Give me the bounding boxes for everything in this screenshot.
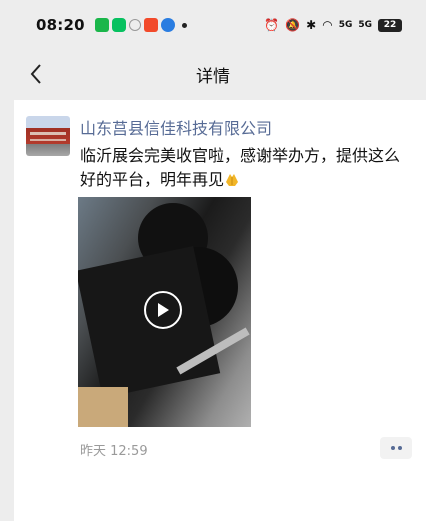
- message-notification-icon: [111, 18, 126, 32]
- battery-indicator: 22: [378, 18, 402, 32]
- mute-icon: 🔕: [285, 18, 301, 32]
- video-thumbnail[interactable]: [78, 197, 251, 427]
- back-button[interactable]: [24, 62, 48, 86]
- browser-app-icon: [160, 18, 175, 32]
- post-timestamp: 昨天 12:59: [80, 444, 148, 459]
- sync-icon: [128, 19, 141, 31]
- author-name[interactable]: 山东莒县信佳科技有限公司: [80, 115, 272, 139]
- status-time: 08:20: [36, 16, 85, 34]
- status-right: ⏰ 🔕 ✱ ◠ 5G 5G 22: [264, 18, 402, 32]
- app-notification-icon: [94, 18, 109, 32]
- more-notifications-dot: [181, 22, 187, 28]
- post-card: 山东莒县信佳科技有限公司 临沂展会完美收官啦，感谢举办方，提供这么好的平台，明年…: [14, 100, 426, 521]
- bluetooth-icon: ✱: [306, 18, 317, 32]
- signal-strength-2: 5G: [358, 20, 372, 30]
- navigation-bar: 详情: [0, 50, 426, 98]
- page-title: 详情: [196, 66, 230, 87]
- alarm-icon: ⏰: [264, 18, 280, 32]
- post-text: 临沂展会完美收官啦，感谢举办方，提供这么好的平台，明年再见: [80, 144, 414, 192]
- more-dots-icon: [390, 446, 395, 450]
- status-left: 08:20: [36, 16, 187, 34]
- avatar[interactable]: [26, 116, 70, 156]
- wifi-icon: ◠: [322, 18, 333, 32]
- play-icon: [158, 303, 169, 317]
- video-app-icon: [143, 18, 158, 32]
- play-button[interactable]: [144, 291, 182, 329]
- more-actions-button[interactable]: [380, 437, 412, 459]
- status-bar: 08:20 ⏰ 🔕 ✱ ◠ 5G 5G 22: [0, 0, 426, 50]
- signal-strength-1: 5G: [338, 20, 353, 30]
- notification-icons: [94, 18, 187, 32]
- folded-hands-icon: [226, 174, 239, 186]
- chevron-left-icon: [30, 64, 41, 84]
